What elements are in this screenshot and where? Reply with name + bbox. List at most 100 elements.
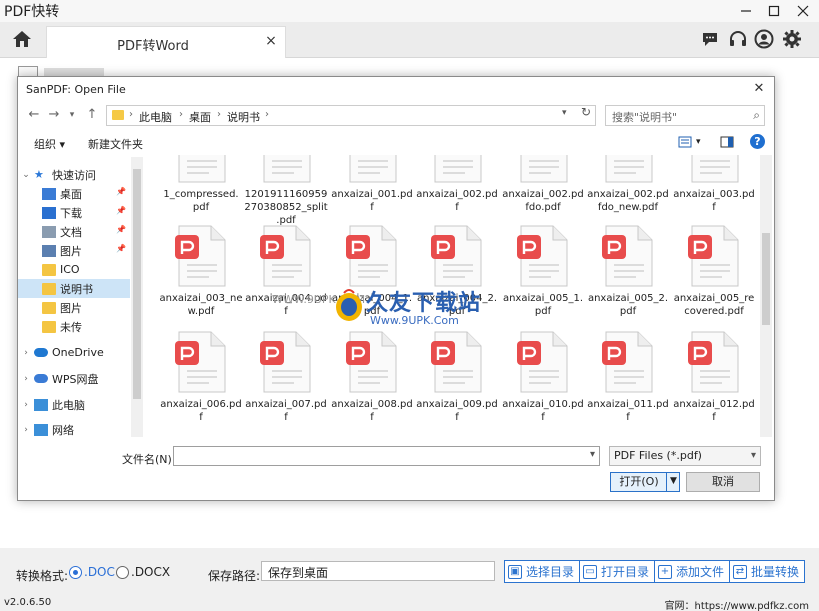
navigation-scroll-thumb[interactable] bbox=[133, 169, 141, 399]
chevron-right-icon[interactable]: › bbox=[18, 425, 34, 435]
file-item[interactable]: anxaizai_002.pd f bbox=[414, 155, 500, 221]
file-item[interactable]: anxaizai_005_re covered.pdf bbox=[671, 225, 757, 325]
user-button[interactable] bbox=[753, 28, 775, 50]
user-icon bbox=[754, 29, 774, 49]
nav-tree-item[interactable]: 未传 bbox=[18, 317, 130, 336]
batch-convert-button[interactable]: ⇄ 批量转换 bbox=[729, 560, 806, 583]
documents-icon bbox=[42, 225, 56, 238]
file-name: anxaizai_008.pd f bbox=[329, 398, 415, 424]
file-item[interactable]: anxaizai_001.pd f bbox=[329, 155, 415, 221]
pdf-file-icon bbox=[602, 331, 653, 393]
file-name-line: anxaizai_011.pd bbox=[587, 399, 669, 410]
close-app-button[interactable] bbox=[789, 0, 817, 22]
dialog-close-icon[interactable]: ✕ bbox=[750, 80, 768, 98]
recent-dropdown-icon[interactable]: ▾ bbox=[64, 106, 80, 124]
pdf-file-icon bbox=[260, 225, 311, 287]
nav-tree-item[interactable]: › 此电脑 bbox=[18, 395, 130, 414]
filename-input[interactable]: ▾ bbox=[173, 446, 600, 466]
chevron-right-icon[interactable]: › bbox=[18, 374, 34, 384]
file-item[interactable]: anxaizai_002.pd fdo_new.pdf bbox=[585, 155, 671, 221]
status-bar: v2.0.6.50 官网：https://www.pdfkz.com bbox=[0, 596, 819, 611]
radio-selected-icon bbox=[69, 565, 82, 579]
nav-tree-item[interactable]: 下载 📌 bbox=[18, 203, 130, 222]
chevron-right-icon: › bbox=[265, 109, 269, 120]
refresh-icon[interactable]: ↻ bbox=[578, 105, 594, 119]
file-item[interactable]: anxaizai_003_ne w.pdf bbox=[158, 225, 244, 325]
maximize-button[interactable] bbox=[760, 0, 788, 22]
organize-button[interactable]: 组织 ▾ bbox=[34, 136, 65, 152]
file-item[interactable]: anxaizai_007.pd f bbox=[243, 331, 329, 431]
view-options-icon[interactable] bbox=[678, 135, 692, 149]
tab-pdf-to-word[interactable]: PDF转Word × bbox=[46, 26, 286, 58]
help-icon[interactable]: ? bbox=[750, 134, 765, 149]
file-item[interactable]: anxaizai_003.pd f bbox=[671, 155, 757, 221]
file-type-select[interactable]: PDF Files (*.pdf) ▾ bbox=[609, 446, 761, 466]
home-button[interactable] bbox=[10, 27, 34, 51]
cancel-button[interactable]: 取消 bbox=[686, 472, 760, 492]
file-item[interactable]: anxaizai_011.pd f bbox=[585, 331, 671, 431]
format-option-doc-label: .DOC bbox=[84, 565, 115, 579]
nav-tree-item[interactable]: 说明书 bbox=[18, 279, 130, 298]
computer-icon bbox=[34, 398, 48, 411]
file-item[interactable]: anxaizai_010.pd f bbox=[500, 331, 586, 431]
nav-tree-item[interactable]: 图片 bbox=[18, 298, 130, 317]
dialog-nav-row: ← → ▾ ↑ › 此电脑 › 桌面 › 说明书 › ▾ ↻ 搜索"说明书" ⌕ bbox=[18, 103, 774, 129]
chat-icon bbox=[703, 33, 717, 46]
chevron-right-icon[interactable]: › bbox=[18, 348, 34, 358]
chevron-right-icon[interactable]: › bbox=[18, 400, 34, 410]
breadcrumb-this-pc[interactable]: 此电脑 bbox=[139, 109, 172, 125]
nav-tree-item[interactable]: ⌄ ★ 快速访问 bbox=[18, 165, 130, 184]
add-file-button[interactable]: + 添加文件 bbox=[654, 560, 731, 583]
back-arrow-icon[interactable]: ← bbox=[26, 106, 42, 124]
file-item[interactable]: anxaizai_008.pd f bbox=[329, 331, 415, 431]
website-link[interactable]: 官网：https://www.pdfkz.com bbox=[665, 597, 809, 611]
file-item[interactable]: anxaizai_009.pd f bbox=[414, 331, 500, 431]
open-dropdown-icon[interactable]: ▼ bbox=[666, 472, 680, 492]
nav-tree-item[interactable]: › WPS网盘 bbox=[18, 369, 130, 388]
files-scrollbar[interactable] bbox=[760, 155, 772, 437]
file-item[interactable]: 1201911160959 270380852_split .pdf bbox=[243, 155, 329, 226]
format-option-docx[interactable]: .DOCX bbox=[116, 565, 170, 579]
choose-directory-button[interactable]: ▣ 选择目录 bbox=[504, 560, 581, 583]
file-item[interactable]: anxaizai_002.pd fdo.pdf bbox=[500, 155, 586, 221]
address-dropdown-icon[interactable]: ▾ bbox=[562, 108, 567, 118]
address-bar[interactable]: › 此电脑 › 桌面 › 说明书 › ▾ bbox=[106, 105, 596, 126]
nav-tree-item[interactable]: 图片 📌 bbox=[18, 241, 130, 260]
breadcrumb-desktop[interactable]: 桌面 bbox=[189, 109, 211, 125]
preview-pane-icon[interactable] bbox=[720, 135, 734, 149]
choose-directory-label: 选择目录 bbox=[526, 565, 575, 579]
open-directory-button[interactable]: ▭ 打开目录 bbox=[579, 560, 656, 583]
up-arrow-icon[interactable]: ↑ bbox=[84, 106, 100, 124]
save-path-input[interactable]: 保存到桌面 bbox=[261, 561, 495, 581]
settings-button[interactable] bbox=[781, 28, 803, 50]
chevron-down-icon[interactable]: ⌄ bbox=[18, 170, 34, 180]
format-option-doc[interactable]: .DOC bbox=[69, 565, 115, 579]
nav-tree-item[interactable]: › 网络 bbox=[18, 420, 130, 439]
nav-tree-item[interactable]: 文档 📌 bbox=[18, 222, 130, 241]
file-item[interactable]: anxaizai_012.pd f bbox=[671, 331, 757, 431]
view-dropdown-icon[interactable]: ▾ bbox=[696, 137, 701, 147]
nav-tree-item[interactable]: › OneDrive bbox=[18, 343, 130, 362]
chat-button[interactable] bbox=[699, 28, 721, 50]
chevron-down-icon[interactable]: ▾ bbox=[590, 449, 595, 460]
search-input[interactable]: 搜索"说明书" ⌕ bbox=[605, 105, 765, 126]
nav-tree-item[interactable]: 桌面 📌 bbox=[18, 184, 130, 203]
tab-close-icon[interactable]: × bbox=[263, 33, 279, 49]
chevron-right-icon: › bbox=[129, 109, 133, 120]
support-button[interactable] bbox=[727, 28, 749, 50]
forward-arrow-icon[interactable]: → bbox=[46, 106, 62, 124]
file-item[interactable]: anxaizai_004.pd f bbox=[243, 225, 329, 325]
file-item[interactable]: anxaizai_005_1. pdf bbox=[500, 225, 586, 325]
breadcrumb-manuals[interactable]: 说明书 bbox=[227, 109, 260, 125]
navigation-scrollbar[interactable] bbox=[131, 157, 143, 437]
file-item[interactable]: 1_compressed. pdf bbox=[158, 155, 244, 221]
file-item[interactable]: anxaizai_005_2. pdf bbox=[585, 225, 671, 325]
pdf-file-icon bbox=[346, 331, 397, 393]
file-item[interactable]: anxaizai_006.pd f bbox=[158, 331, 244, 431]
new-folder-button[interactable]: 新建文件夹 bbox=[88, 136, 143, 152]
file-name: anxaizai_003.pd f bbox=[671, 188, 757, 214]
files-scroll-thumb[interactable] bbox=[762, 233, 770, 325]
nav-tree-item[interactable]: ICO bbox=[18, 260, 130, 279]
minimize-button[interactable] bbox=[732, 0, 760, 22]
file-name-line: f bbox=[199, 412, 203, 423]
